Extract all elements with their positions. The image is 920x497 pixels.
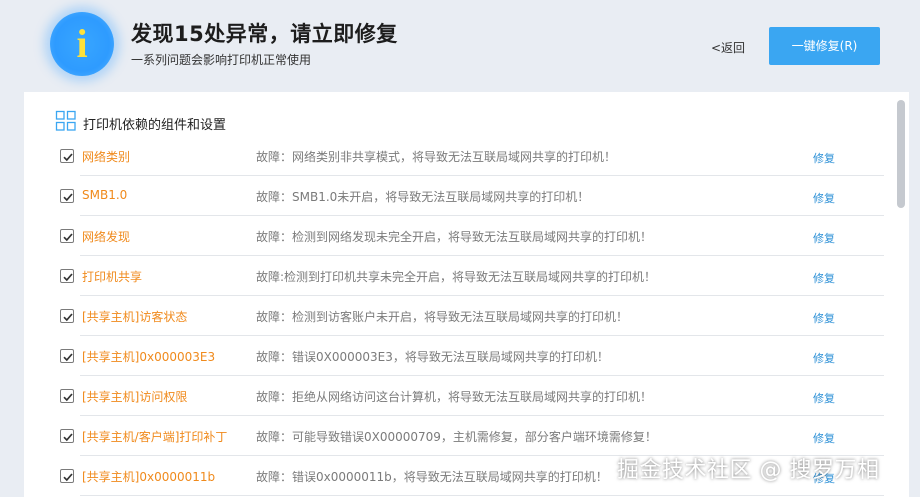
- item-checkbox[interactable]: [60, 429, 74, 443]
- section-title: 打印机依赖的组件和设置: [83, 118, 227, 133]
- check-icon: [63, 313, 73, 322]
- fix-link[interactable]: 修复: [813, 350, 835, 366]
- item-name: [共享主机/客户端]打印补丁: [82, 430, 228, 444]
- item-description: 故障：拒绝从网络访问这台计算机，将导致无法互联局域网共享的打印机！: [256, 390, 653, 404]
- fix-link[interactable]: 修复: [813, 430, 835, 446]
- item-name: 打印机共享: [82, 270, 143, 284]
- info-icon: i: [50, 12, 114, 76]
- check-icon: [63, 353, 73, 362]
- list-item: 网络类别 故障：网络类别非共享模式，将导致无法互联局域网共享的打印机！ 修复: [24, 136, 884, 176]
- item-checkbox[interactable]: [60, 269, 74, 283]
- list-item: 网络发现 故障：检测到网络发现未完全开启，将导致无法互联局域网共享的打印机！ 修复: [24, 216, 884, 256]
- list-item: SMB1.0 故障：SMB1.0未开启，将导致无法互联局域网共享的打印机！ 修复: [24, 176, 884, 216]
- issue-list: 网络类别 故障：网络类别非共享模式，将导致无法互联局域网共享的打印机！ 修复 SMB1…: [24, 136, 884, 496]
- item-name: [共享主机]访客状态: [82, 310, 188, 324]
- row-divider: [80, 495, 884, 496]
- item-description: 故障：SMB1.0未开启，将导致无法互联局域网共享的打印机！: [256, 190, 590, 204]
- fix-link[interactable]: 修复: [813, 270, 835, 286]
- item-checkbox[interactable]: [60, 389, 74, 403]
- check-icon: [63, 433, 73, 442]
- issues-panel: 打印机依赖的组件和设置 网络类别 故障：网络类别非共享模式，将导致无法互联局域网共…: [24, 92, 909, 497]
- check-icon: [63, 273, 73, 282]
- list-item: [共享主机]访客状态 故障：检测到访客账户未开启，将导致无法互联局域网共享的打印机…: [24, 296, 884, 336]
- check-icon: [63, 393, 73, 402]
- page-subtitle: 一系列问题会影响打印机正常使用: [131, 53, 312, 67]
- item-description: 故障：错误0X000003E3，将导致无法互联局域网共享的打印机！: [256, 350, 609, 364]
- watermark: 掘金技术社区 @ 搜罗万相: [617, 458, 880, 483]
- item-description: 故障：检测到网络发现未完全开启，将导致无法互联局域网共享的打印机！: [256, 230, 653, 244]
- list-item: [共享主机]访问权限 故障：拒绝从网络访问这台计算机，将导致无法互联局域网共享的打…: [24, 376, 884, 416]
- item-description: 故障：网络类别非共享模式，将导致无法互联局域网共享的打印机！: [256, 150, 617, 164]
- check-icon: [63, 193, 73, 202]
- check-icon: [63, 473, 73, 482]
- item-checkbox[interactable]: [60, 469, 74, 483]
- scrollbar-thumb[interactable]: [897, 100, 905, 208]
- grid-icon: [55, 110, 76, 131]
- item-name: SMB1.0: [82, 188, 128, 202]
- item-checkbox[interactable]: [60, 149, 74, 163]
- item-name: [共享主机]0x0000011b: [82, 470, 216, 484]
- item-name: [共享主机]访问权限: [82, 390, 188, 404]
- back-link[interactable]: <返回: [711, 39, 745, 56]
- item-description: 故障:检测到打印机共享未完全开启，将导致无法互联局域网共享的打印机！: [256, 270, 657, 284]
- item-description: 故障：检测到访客账户未开启，将导致无法互联局域网共享的打印机！: [256, 310, 629, 324]
- item-name: [共享主机]0x000003E3: [82, 350, 216, 364]
- list-item: [共享主机/客户端]打印补丁 故障：可能导致错误0X00000709，主机需修复，…: [24, 416, 884, 456]
- fix-link[interactable]: 修复: [813, 230, 835, 246]
- fix-link[interactable]: 修复: [813, 190, 835, 206]
- fix-link[interactable]: 修复: [813, 390, 835, 406]
- fix-link[interactable]: 修复: [813, 150, 835, 166]
- list-item: [共享主机]0x000003E3 故障：错误0X000003E3，将导致无法互联局…: [24, 336, 884, 376]
- info-glyph: i: [76, 21, 88, 66]
- item-checkbox[interactable]: [60, 229, 74, 243]
- page-title: 发现15处异常，请立即修复: [131, 22, 398, 46]
- item-checkbox[interactable]: [60, 309, 74, 323]
- check-icon: [63, 233, 73, 242]
- item-checkbox[interactable]: [60, 349, 74, 363]
- item-description: 故障：错误0x0000011b，将导致无法互联局域网共享的打印机！: [256, 470, 608, 484]
- item-description: 故障：可能导致错误0X00000709，主机需修复，部分客户端环境需修复！: [256, 430, 657, 444]
- fix-link[interactable]: 修复: [813, 310, 835, 326]
- item-name: 网络发现: [82, 230, 131, 244]
- fix-all-button[interactable]: 一键修复(R): [769, 27, 880, 65]
- check-icon: [63, 153, 73, 162]
- item-name: 网络类别: [82, 150, 131, 164]
- header: i 发现15处异常，请立即修复 一系列问题会影响打印机正常使用 <返回 一键修复…: [0, 0, 920, 92]
- list-item: 打印机共享 故障:检测到打印机共享未完全开启，将导致无法互联局域网共享的打印机！ 修…: [24, 256, 884, 296]
- item-checkbox[interactable]: [60, 189, 74, 203]
